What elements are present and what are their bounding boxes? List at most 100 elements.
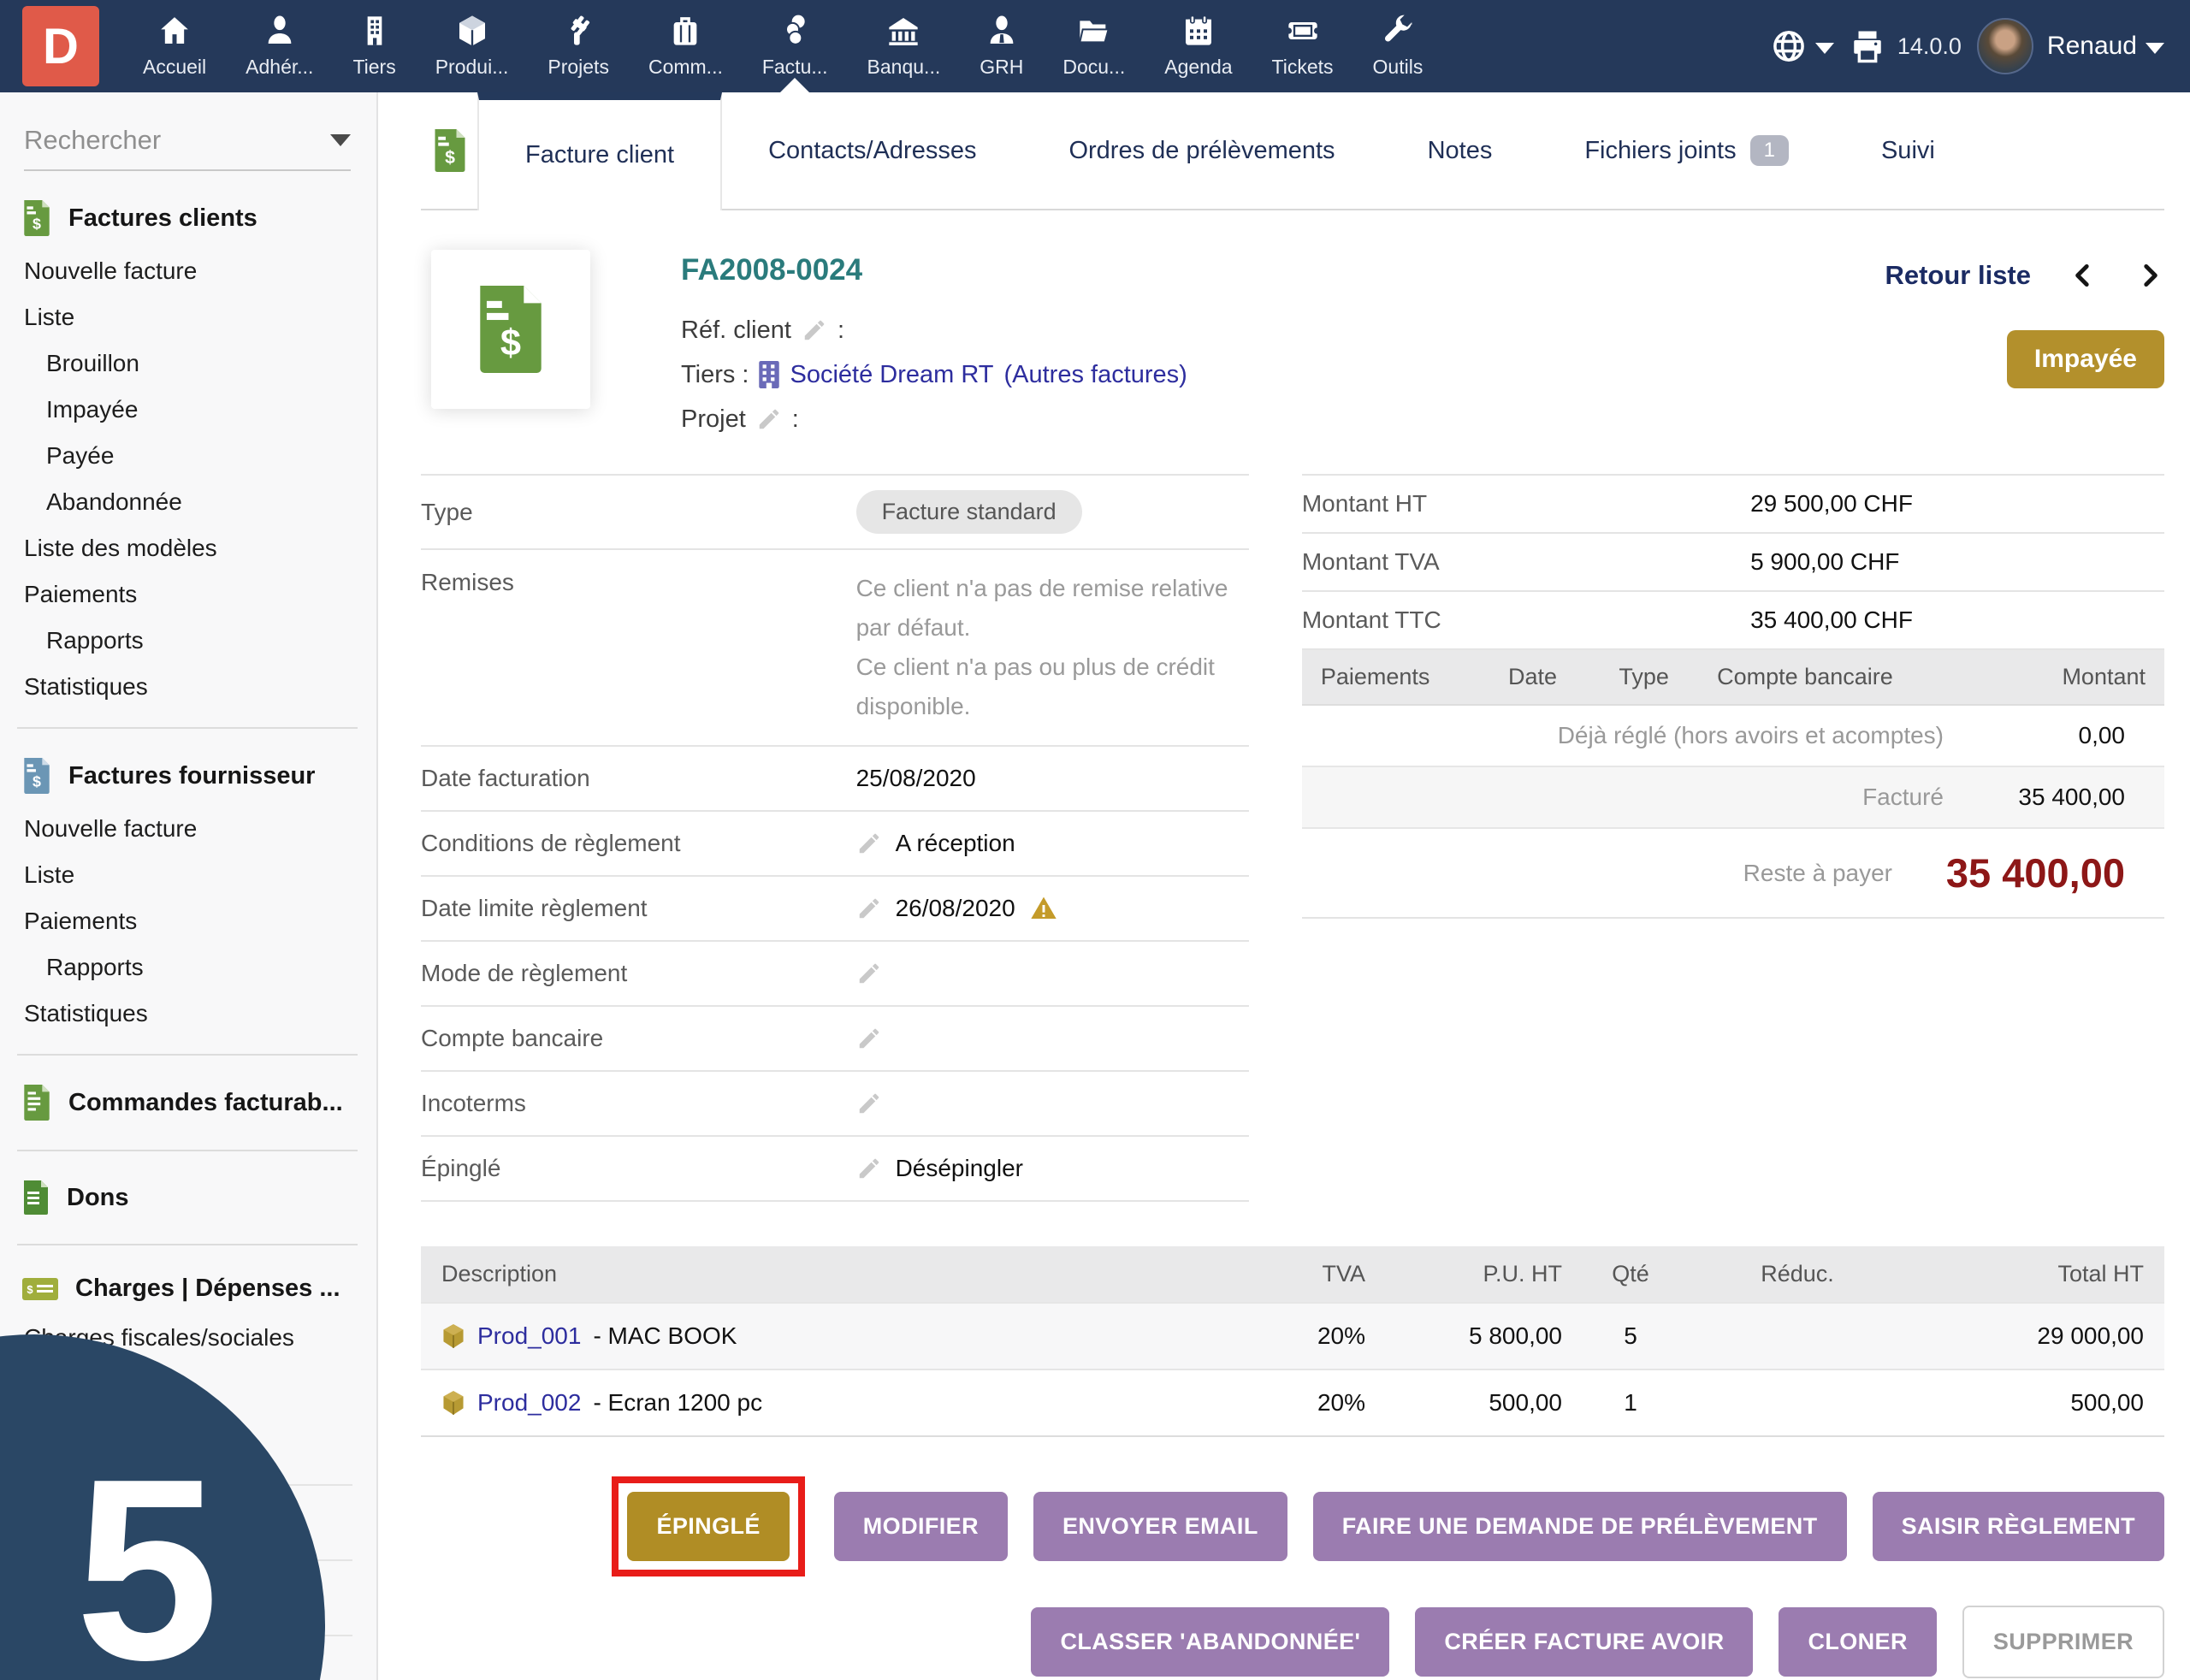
sidebar-item-abandonnee[interactable]: Abandonnée <box>0 479 376 525</box>
row-montant-ht: Montant HT 29 500,00 CHF <box>1302 474 2164 534</box>
tiers-line: Tiers : Société Dream RT (Autres facture… <box>681 352 1187 397</box>
edit-pencil-icon[interactable] <box>856 1156 882 1181</box>
tab-fichiers-joints[interactable]: Fichiers joints 1 <box>1538 92 1835 209</box>
tab-suivi[interactable]: Suivi <box>1835 92 1981 209</box>
sidebar-divider <box>17 1150 358 1151</box>
search-placeholder: Rechercher <box>24 125 161 156</box>
language-selector[interactable] <box>1771 28 1834 64</box>
next-invoice-arrow[interactable] <box>2135 261 2164 290</box>
demande-prelevement-button[interactable]: FAIRE UNE DEMANDE DE PRÉLÈVEMENT <box>1313 1492 1847 1561</box>
money-check-icon: $ <box>22 1278 58 1300</box>
modifier-button[interactable]: MODIFIER <box>834 1492 1008 1561</box>
nav-item-commerce[interactable]: Comm... <box>629 0 743 92</box>
deja-regle-value: 0,00 <box>1993 722 2164 749</box>
product-cube-icon <box>441 1390 465 1416</box>
col-date: Date <box>1508 664 1619 690</box>
svg-text:$: $ <box>33 216 41 233</box>
sidebar-title-factures-clients[interactable]: $ Factures clients <box>22 200 376 236</box>
back-to-list-link[interactable]: Retour liste <box>1885 260 2031 291</box>
edit-pencil-icon[interactable] <box>756 406 782 432</box>
sidebar-item-brouillon[interactable]: Brouillon <box>0 340 376 387</box>
line-pu-ht: 5 800,00 <box>1365 1322 1562 1350</box>
montant-ht-value: 29 500,00 CHF <box>1750 490 1913 518</box>
search-input[interactable]: Rechercher <box>24 125 351 171</box>
reste-a-payer-value: 35 400,00 <box>1942 849 2164 896</box>
tab-facture-client[interactable]: Facture client <box>477 92 722 210</box>
sidebar-item-fournisseur-paiements[interactable]: Paiements <box>0 898 376 944</box>
sidebar-item-liste[interactable]: Liste <box>0 294 376 340</box>
sidebar-item-fournisseur-statistiques[interactable]: Statistiques <box>0 991 376 1037</box>
sidebar-item-statistiques[interactable]: Statistiques <box>0 664 376 710</box>
sidebar-item-fournisseur-rapports[interactable]: Rapports <box>0 944 376 991</box>
globe-icon <box>1771 28 1807 64</box>
edit-pencil-icon[interactable] <box>802 317 827 343</box>
classer-abandonnee-button[interactable]: CLASSER 'ABANDONNÉE' <box>1031 1607 1389 1677</box>
nav-item-adherents[interactable]: Adhér... <box>226 0 333 92</box>
tiers-other-invoices-link[interactable]: (Autres factures) <box>1003 361 1187 389</box>
epingle-label: Épinglé <box>421 1155 819 1182</box>
creer-facture-avoir-button[interactable]: CRÉER FACTURE AVOIR <box>1415 1607 1753 1677</box>
nav-item-tiers[interactable]: Tiers <box>333 0 415 92</box>
nav-item-label: Tiers <box>352 56 395 79</box>
sidebar-title-charges[interactable]: $ Charges | Dépenses ... <box>22 1275 376 1303</box>
sidebar-title-dons[interactable]: Dons <box>22 1180 376 1215</box>
sidebar-item-rapports[interactable]: Rapports <box>0 618 376 664</box>
invoice-properties-table: Type Facture standard Remises Ce client … <box>421 474 1249 1202</box>
epingle-button[interactable]: ÉPINGLÉ <box>627 1492 789 1561</box>
cube-icon <box>455 14 489 48</box>
nav-item-tickets[interactable]: Tickets <box>1252 0 1353 92</box>
nav-item-produits[interactable]: Produi... <box>416 0 529 92</box>
col-paiements: Paiements <box>1321 664 1508 690</box>
sidebar-item-fournisseur-liste[interactable]: Liste <box>0 852 376 898</box>
nav-item-documents[interactable]: Docu... <box>1043 0 1145 92</box>
nav-item-accueil[interactable]: Accueil <box>123 0 226 92</box>
sidebar-item-impayee[interactable]: Impayée <box>0 387 376 433</box>
edit-pencil-icon[interactable] <box>856 961 882 986</box>
envoyer-email-button[interactable]: ENVOYER EMAIL <box>1033 1492 1287 1561</box>
sidebar-item-payee[interactable]: Payée <box>0 433 376 479</box>
sidebar-title-commandes[interactable]: Commandes facturab... <box>22 1085 376 1121</box>
username-label: Renaud <box>2047 32 2137 61</box>
cloner-button[interactable]: CLONER <box>1779 1607 1936 1677</box>
col-total-ht: Total HT <box>1896 1261 2144 1287</box>
tab-notes[interactable]: Notes <box>1382 92 1539 209</box>
user-menu[interactable]: Renaud <box>1977 18 2164 74</box>
folder-icon <box>1077 14 1111 48</box>
detail-columns: Type Facture standard Remises Ce client … <box>421 474 2164 1202</box>
sidebar-item-paiements[interactable]: Paiements <box>0 571 376 618</box>
nav-item-grh[interactable]: GRH <box>960 0 1043 92</box>
product-ref-link[interactable]: Prod_001 <box>477 1322 581 1350</box>
sidebar-section-dons: Dons <box>0 1180 376 1230</box>
nav-item-projets[interactable]: Projets <box>528 0 629 92</box>
sidebar-item-nouvelle-facture[interactable]: Nouvelle facture <box>0 248 376 294</box>
saisir-reglement-button[interactable]: SAISIR RÈGLEMENT <box>1873 1492 2164 1561</box>
edit-pencil-icon[interactable] <box>856 896 882 921</box>
tiers-link[interactable]: Société Dream RT <box>790 361 993 389</box>
sidebar-item-fournisseur-nouvelle-facture[interactable]: Nouvelle facture <box>0 806 376 852</box>
tab-contacts-adresses[interactable]: Contacts/Adresses <box>722 92 1022 209</box>
date-facturation-value: 25/08/2020 <box>856 765 976 792</box>
product-ref-link[interactable]: Prod_002 <box>477 1389 581 1417</box>
previous-invoice-arrow[interactable] <box>2069 261 2098 290</box>
tab-ordres-prelevements[interactable]: Ordres de prélèvements <box>1022 92 1381 209</box>
sidebar-title-factures-fournisseur[interactable]: $ Factures fournisseur <box>22 758 376 794</box>
desepingler-link[interactable]: Désépingler <box>896 1155 1023 1182</box>
nav-item-agenda[interactable]: Agenda <box>1145 0 1252 92</box>
ref-client-label: Réf. client <box>681 316 791 345</box>
row-conditions-reglement: Conditions de règlement A réception <box>421 812 1249 877</box>
supprimer-button[interactable]: SUPPRIMER <box>1962 1606 2164 1678</box>
edit-pencil-icon[interactable] <box>856 831 882 856</box>
mode-reglement-label: Mode de règlement <box>421 960 819 987</box>
nav-item-outils[interactable]: Outils <box>1353 0 1443 92</box>
actions-row-1: ÉPINGLÉ MODIFIER ENVOYER EMAIL FAIRE UNE… <box>421 1476 2164 1576</box>
nav-item-facturation[interactable]: Factu... <box>743 0 848 92</box>
product-label: - Ecran 1200 pc <box>593 1389 762 1417</box>
col-pu-ht: P.U. HT <box>1365 1261 1562 1287</box>
print-version-group[interactable]: 14.0.0 <box>1850 28 1962 64</box>
edit-pencil-icon[interactable] <box>856 1026 882 1051</box>
active-menu-caret <box>780 78 809 92</box>
edit-pencil-icon[interactable] <box>856 1091 882 1116</box>
sidebar-item-liste-modeles[interactable]: Liste des modèles <box>0 525 376 571</box>
app-logo[interactable]: D <box>22 6 99 86</box>
nav-item-banques[interactable]: Banqu... <box>848 0 961 92</box>
